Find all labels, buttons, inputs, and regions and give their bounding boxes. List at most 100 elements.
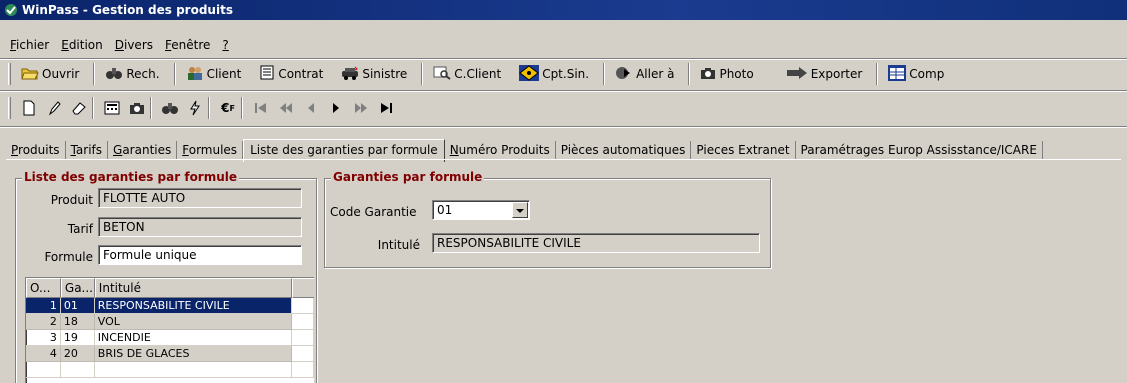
menu-item-label: enêtre (171, 38, 211, 52)
open-button[interactable]: Ouvrir (17, 63, 83, 85)
divider (0, 126, 1127, 128)
photo-button[interactable]: Photo (696, 63, 757, 85)
formula-field[interactable]: Formule unique (98, 245, 302, 265)
toolbar-separator (173, 63, 176, 85)
toolbar-separator (241, 97, 243, 119)
goto-icon (615, 66, 636, 83)
cell-order: 2 (26, 314, 61, 330)
cell-label: BRIS DE GLACES (94, 346, 293, 362)
first-record-icon[interactable] (249, 97, 273, 119)
guarantees-grid[interactable]: O... Ga... Intitulé 1 01 RESPONSABILITE CI… (25, 277, 314, 383)
product-label: Produit (50, 193, 93, 207)
dropdown-arrow-button[interactable] (512, 202, 528, 218)
main-toolbar: Ouvrir Rech. Client Contrat Sinistre C.C… (0, 60, 1127, 88)
client-label: Client (206, 67, 242, 81)
previous-record-icon[interactable] (299, 97, 323, 119)
label-title-field[interactable]: RESPONSABILITE CIVILE (432, 233, 760, 253)
col-header-order[interactable]: O... (26, 278, 61, 298)
table-row[interactable]: 1 01 RESPONSABILITE CIVILE (26, 298, 314, 314)
car-crash-icon (341, 66, 362, 83)
guarantee-code-label: Code Garantie (330, 205, 417, 219)
euro-franc-icon[interactable]: € F (216, 97, 240, 119)
tab-accelerator: P (11, 143, 19, 157)
toolbar-grip[interactable] (8, 97, 11, 119)
toolbar-separator (603, 63, 606, 85)
menu-accelerator: D (114, 38, 124, 52)
menu-item[interactable]: Divers (115, 38, 153, 52)
compare-button[interactable]: Comp (884, 63, 948, 85)
new-document-icon[interactable] (17, 97, 41, 119)
formula-label: Formule (44, 250, 93, 264)
menu-item[interactable]: Fichier (10, 38, 49, 52)
toolbar-separator (93, 63, 96, 85)
tab-accelerator: G (113, 143, 123, 157)
document-icon (259, 65, 278, 83)
menu-bar: Fichier Edition Divers Fenêtre? (0, 34, 1127, 56)
toolbar-separator (92, 97, 94, 119)
tab-2[interactable]: Garanties (108, 141, 178, 160)
menu-item-label: ichier (16, 38, 50, 52)
toolbar-grip[interactable] (8, 63, 11, 85)
goto-label: Aller à (636, 67, 675, 81)
claim-account-button[interactable]: Cpt.Sin. (515, 63, 593, 85)
menu-item[interactable]: ? (222, 38, 228, 52)
tab-1[interactable]: Tarifs (66, 141, 109, 160)
menu-item-label: dition (68, 38, 103, 52)
menu-item[interactable]: Fenêtre (165, 38, 210, 52)
spreadsheet-icon (888, 64, 909, 84)
table-row[interactable]: 3 19 INCENDIE (26, 330, 314, 346)
warning-sign-icon (519, 64, 542, 84)
menu-item[interactable]: Edition (61, 38, 103, 52)
cell-empty (94, 362, 293, 378)
menu-item-label: ivers (124, 38, 154, 52)
tariff-label: Tarif (67, 222, 93, 236)
rewind-icon[interactable] (274, 97, 298, 119)
camera-icon[interactable] (125, 97, 149, 119)
calculator-icon[interactable] (100, 97, 124, 119)
cell-spacer (292, 314, 314, 330)
tab-3[interactable]: Formules (177, 141, 244, 160)
tab-5[interactable]: Numéro Produits (445, 141, 556, 160)
cell-guarantee-code: 19 (60, 330, 95, 346)
tab-7[interactable]: Pieces Extranet (691, 141, 796, 160)
cell-guarantee-code: 01 (60, 298, 95, 314)
binoculars-icon (105, 66, 126, 83)
binoculars-icon[interactable] (158, 97, 182, 119)
guarantees-per-formula-group: Garanties par formule (324, 170, 771, 268)
contract-label: Contrat (278, 67, 324, 81)
client-account-button[interactable]: C.Client (429, 63, 505, 85)
lightning-icon[interactable] (183, 97, 207, 119)
col-header-guarantee[interactable]: Ga... (60, 278, 95, 298)
eraser-icon[interactable] (67, 97, 91, 119)
fast-forward-icon[interactable] (349, 97, 373, 119)
search-button[interactable]: Rech. (101, 63, 163, 85)
export-button[interactable]: Exporter (782, 63, 867, 85)
edit-pencil-icon[interactable] (42, 97, 66, 119)
tab-0[interactable]: Produits (6, 141, 66, 160)
divider (0, 90, 1127, 92)
next-record-icon[interactable] (324, 97, 348, 119)
menu-accelerator: E (61, 38, 69, 52)
contract-button[interactable]: Contrat (255, 63, 327, 85)
table-row[interactable]: 2 18 VOL (26, 314, 314, 330)
tab-label: Pieces Extranet (696, 143, 790, 157)
compare-label: Comp (909, 67, 945, 81)
last-record-icon[interactable] (374, 97, 398, 119)
tab-accelerator: N (449, 143, 459, 157)
window-title: WinPass - Gestion des produits (22, 3, 233, 17)
tariff-field[interactable]: BETON (98, 217, 302, 237)
claim-button[interactable]: Sinistre (337, 63, 411, 85)
client-button[interactable]: Client (182, 63, 246, 85)
tab-6[interactable]: Pièces automatiques (556, 141, 692, 160)
export-label: Exporter (810, 67, 863, 81)
toolbar-separator (150, 97, 152, 119)
tab-8[interactable]: Paramétrages Europ Assisstance/ICARE (796, 141, 1043, 160)
app-icon (4, 3, 18, 17)
col-header-label[interactable]: Intitulé (94, 278, 293, 298)
table-row[interactable]: 4 20 BRIS DE GLACES (26, 346, 314, 362)
table-row-empty[interactable] (26, 362, 314, 378)
goto-button[interactable]: Aller à (611, 63, 678, 85)
cell-spacer (292, 298, 314, 314)
product-field[interactable]: FLOTTE AUTO (98, 188, 302, 208)
photo-label: Photo (719, 67, 754, 81)
